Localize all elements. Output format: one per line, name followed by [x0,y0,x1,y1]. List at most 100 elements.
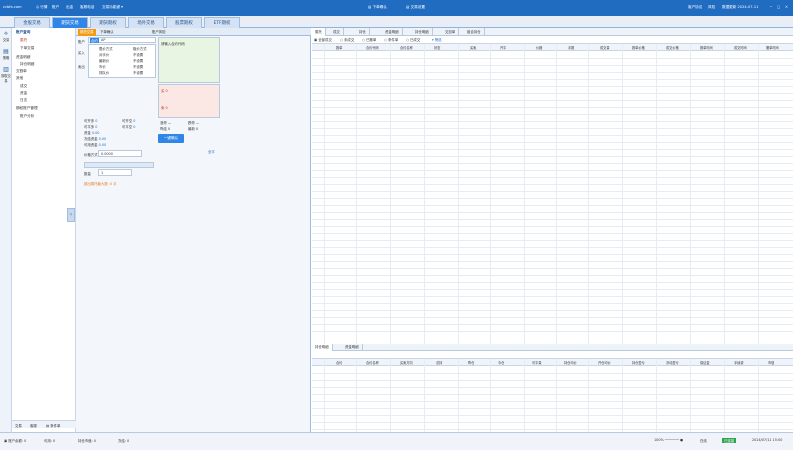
menu-quotes[interactable]: ◎ 行情 [36,5,47,10]
filter-pending[interactable]: ○ 未成交 [340,37,354,42]
col-header[interactable]: 成交量 [600,45,610,50]
tab-futures[interactable]: 期货交易 [52,17,88,28]
col-header[interactable]: 报单价格 [632,45,645,50]
col-header[interactable]: 可平量 [532,360,542,365]
filter-cancelled[interactable]: ○ 已撤单 [362,37,376,42]
tree-item-orders[interactable]: 委托 [20,38,27,43]
tab-orders[interactable]: 委托 [312,28,326,36]
filter-filled[interactable]: ○ 已成交 [406,37,420,42]
tab-settlement[interactable]: 交割单 [442,28,460,36]
minimize-icon[interactable]: ─ [770,5,772,9]
menu-hotkeys[interactable]: 交易功能键 ▾ [102,5,123,10]
col-header[interactable]: 成交价格 [666,45,679,50]
bottom-tab-conditional[interactable]: ▤ 条件单 [46,423,60,428]
filter-conditional[interactable]: ○ 条件单 [384,37,398,42]
tree-item-positions[interactable]: 持仓明细 [20,62,34,67]
tree-item-capital[interactable]: 资金 [20,91,27,96]
col-header[interactable]: 买卖 [470,45,476,50]
col-header[interactable]: 昨仓 [468,360,474,365]
tab-otc[interactable]: 场外交易 [128,17,164,28]
iconbar-options[interactable]: ▥ 期权交易 [0,66,12,83]
price-type-0[interactable]: 限价方式 [99,46,113,51]
price-type-2[interactable]: 最新价 [99,58,109,63]
tab-position-detail-bottom[interactable]: 持仓明细 [312,344,333,351]
price-type-4[interactable]: 排队价 [99,70,109,75]
col-header[interactable]: 合约 [336,360,342,365]
col-header[interactable]: 合约代码 [366,45,379,50]
price-mode-radios[interactable] [84,162,154,168]
tree-item-funds[interactable]: 资金明细 [16,55,30,60]
tab-stock[interactable]: 金股交易 [14,17,50,28]
col-header[interactable]: 成交时间 [734,45,747,50]
tab-combo[interactable]: 组合持仓 [464,28,485,36]
col-header[interactable]: 市值 [768,360,774,365]
col-header[interactable]: 价格 [536,45,542,50]
col-header[interactable]: 手续费 [734,360,744,365]
buy-side-label[interactable]: 买入 [78,50,85,55]
col-header[interactable]: 开仓均价 [598,360,611,365]
col-header[interactable]: 报单 [336,45,342,50]
iconbar-trade[interactable]: ⟡ 交易 [0,30,12,42]
contract-select[interactable]: 合约 AP [88,37,156,43]
col-header[interactable]: 合约名称 [366,360,379,365]
price-value-2[interactable]: 不设置 [133,58,143,63]
zoom-slider[interactable]: 100% ─────── ● [654,438,683,442]
tab-order-confirm[interactable]: 下单确认 [98,29,116,36]
close-all-link[interactable]: 全平 [208,149,215,154]
iconbar-strategy[interactable]: ▤ 策略 [0,48,12,60]
col-header[interactable]: 手数 [568,45,574,50]
bottom-tab-trade[interactable]: 交易 [15,423,22,428]
tab-fund-detail-bottom[interactable]: 资金明细 [342,344,363,351]
col-header[interactable]: 合约名称 [400,45,413,50]
tab-futures-trade[interactable]: 期货交易 [78,29,96,36]
tab-fund-detail[interactable]: 资金明细 [382,28,403,36]
tree-item-trades[interactable]: 成交 [20,84,27,89]
sell-side-label[interactable]: 卖出 [78,64,85,69]
filter-all[interactable]: ▣ 全部成交 [314,37,332,42]
tree-item-options-account[interactable]: 期权账户管理 [16,106,38,111]
col-header[interactable]: 保证金 [700,360,710,365]
risk-link[interactable]: 风险 [708,5,715,10]
tree-item-settlement[interactable]: 交割单 [16,69,27,74]
submit-order-button[interactable]: 一键确认 [158,134,184,143]
maximize-icon[interactable]: □ [777,5,780,9]
col-header[interactable]: 今仓 [498,360,504,365]
volume-input[interactable]: 1 [98,169,132,176]
tab-trades[interactable]: 成交 [330,28,344,36]
tree-item-account-analysis[interactable]: 账户分析 [20,114,34,119]
col-header[interactable]: 总持 [436,360,442,365]
close-icon[interactable]: ✕ [785,5,788,9]
col-header[interactable]: 浮动盈亏 [666,360,679,365]
col-header[interactable]: 开平 [500,45,506,50]
price-value-3[interactable]: 不设置 [133,64,143,69]
col-header[interactable]: 撤单时间 [766,45,779,50]
bottom-tab-service[interactable]: 客服 [30,423,37,428]
price-value-1[interactable]: 不设置 [133,52,143,57]
menu-service[interactable]: 客服电话 [80,5,94,10]
trade-settings-link[interactable]: ▤ 交易设置 [406,5,425,10]
menu-account[interactable]: 账户 [52,5,59,10]
price-value-0[interactable]: 取价方式 [133,46,147,51]
col-header[interactable]: 持仓盈亏 [632,360,645,365]
menu-withdraw[interactable]: 出金 [66,5,73,10]
agreement-link[interactable]: 客户协议 [688,5,702,10]
col-header[interactable]: 状态 [434,45,440,50]
price-type-1[interactable]: 对手价 [99,52,109,57]
order-confirm-link[interactable]: ▤ 下单确认 [368,5,387,10]
tab-etf-options[interactable]: ETF期权 [204,17,240,28]
tab-futures-options[interactable]: 期货期权 [90,17,126,28]
price-type-3[interactable]: 市价 [99,64,106,69]
tree-item-account-query[interactable]: 账户查询 [16,30,30,35]
tab-account-risk[interactable]: 账户风险 [150,29,168,36]
quote-input-panel[interactable]: 请输入合约代码 [158,37,220,83]
tree-item-log[interactable]: 日志 [20,98,27,103]
tab-position-detail[interactable]: 持仓明细 [412,28,433,36]
col-header[interactable]: 买卖方向 [400,360,413,365]
tree-item-other[interactable]: 其他 [16,76,23,81]
col-header[interactable]: 持仓均价 [564,360,577,365]
price-input[interactable]: 0.0000 [98,150,142,157]
price-value-4[interactable]: 不设置 [133,70,143,75]
filter-dropdown[interactable]: ▾ 筛选 [432,37,442,42]
tree-item-place-order[interactable]: 下单交易 [20,46,34,51]
tab-stock-options[interactable]: 股票期权 [166,17,202,28]
